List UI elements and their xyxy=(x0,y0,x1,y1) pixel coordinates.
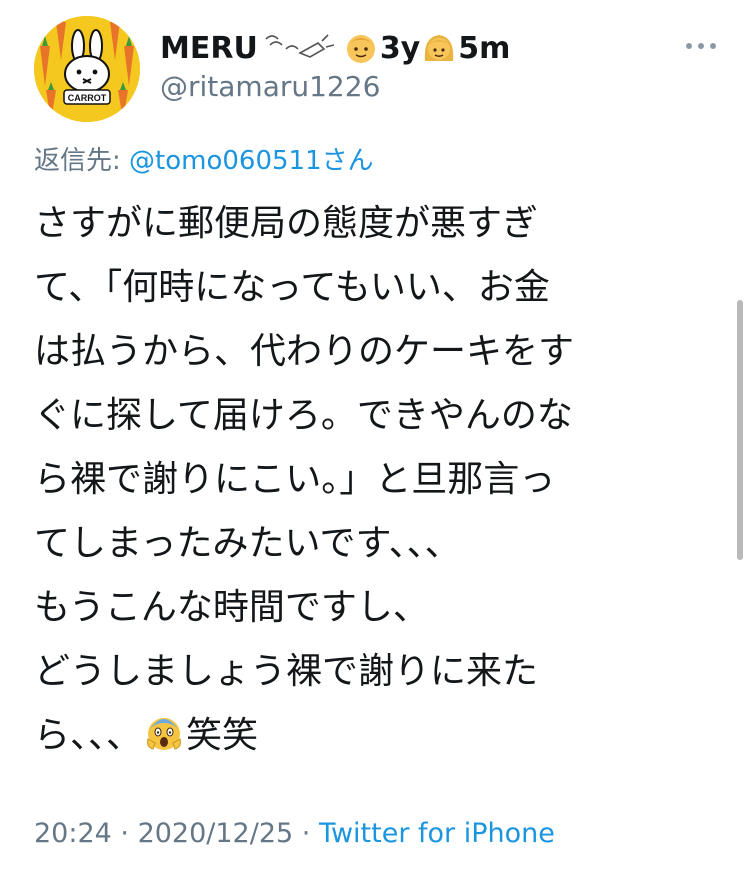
girl-face-icon xyxy=(425,35,454,61)
badge-age-1: 3y xyxy=(379,30,421,66)
avatar-label: CARROT xyxy=(68,93,107,103)
face-screaming-icon xyxy=(147,718,181,750)
tweet-line-part: 笑笑 xyxy=(186,715,259,756)
tweet-text: さすがに郵便局の態度が悪すぎ て、「何時になってもいい、お金 は払うから、代わり… xyxy=(34,192,704,768)
avatar-image: CARROT xyxy=(34,16,140,122)
tweet-line: て、「何時になってもいい、お金 xyxy=(34,267,550,308)
tweet-line: ぐに探して届けろ。できやんのな xyxy=(34,395,573,436)
display-name: MERU xyxy=(160,30,258,66)
tweet-meta: 20:24 · 2020/12/25 · Twitter for iPhone xyxy=(34,818,555,849)
sparkle-doodle-icon xyxy=(265,34,335,58)
tweet-source-link[interactable]: Twitter for iPhone xyxy=(319,818,555,849)
tweet-detail: CARROT MERU 3y 5m @ritamaru1226 返信先: @to… xyxy=(0,0,750,879)
tweet-line: もうこんな時間ですし、 xyxy=(34,587,429,628)
badge-age-2: 5m xyxy=(458,30,511,66)
more-dots-icon[interactable] xyxy=(684,36,718,56)
tweet-line-part: ら、、、 xyxy=(34,715,143,756)
display-name-row[interactable]: MERU 3y 5m xyxy=(160,26,510,70)
tweet-time[interactable]: 20:24 xyxy=(34,818,112,849)
meta-separator: · xyxy=(293,818,319,849)
avatar[interactable]: CARROT xyxy=(34,16,140,122)
tweet-line-last: ら、、、 笑笑 xyxy=(34,704,704,768)
tweet-date[interactable]: 2020/12/25 xyxy=(138,818,294,849)
tweet-line: さすがに郵便局の態度が悪すぎ xyxy=(34,203,539,244)
meta-separator: · xyxy=(111,818,138,849)
tweet-line: は払うから、代わりのケーキをす xyxy=(34,331,575,372)
scrollbar[interactable] xyxy=(737,300,743,560)
reply-prefix: 返信先: xyxy=(34,146,130,176)
tweet-line: てしまったみたいです、、、 xyxy=(34,523,461,564)
reply-mention-link[interactable]: @tomo060511さん xyxy=(129,146,374,176)
tweet-line: ら裸で謝りにこい。」と旦那言っ xyxy=(34,459,556,500)
boy-face-icon xyxy=(346,35,375,63)
reply-to-line: 返信先: @tomo060511さん xyxy=(34,140,374,177)
tweet-line: どうしましょう裸で謝りに来た xyxy=(34,651,539,692)
user-handle[interactable]: @ritamaru1226 xyxy=(160,70,380,103)
